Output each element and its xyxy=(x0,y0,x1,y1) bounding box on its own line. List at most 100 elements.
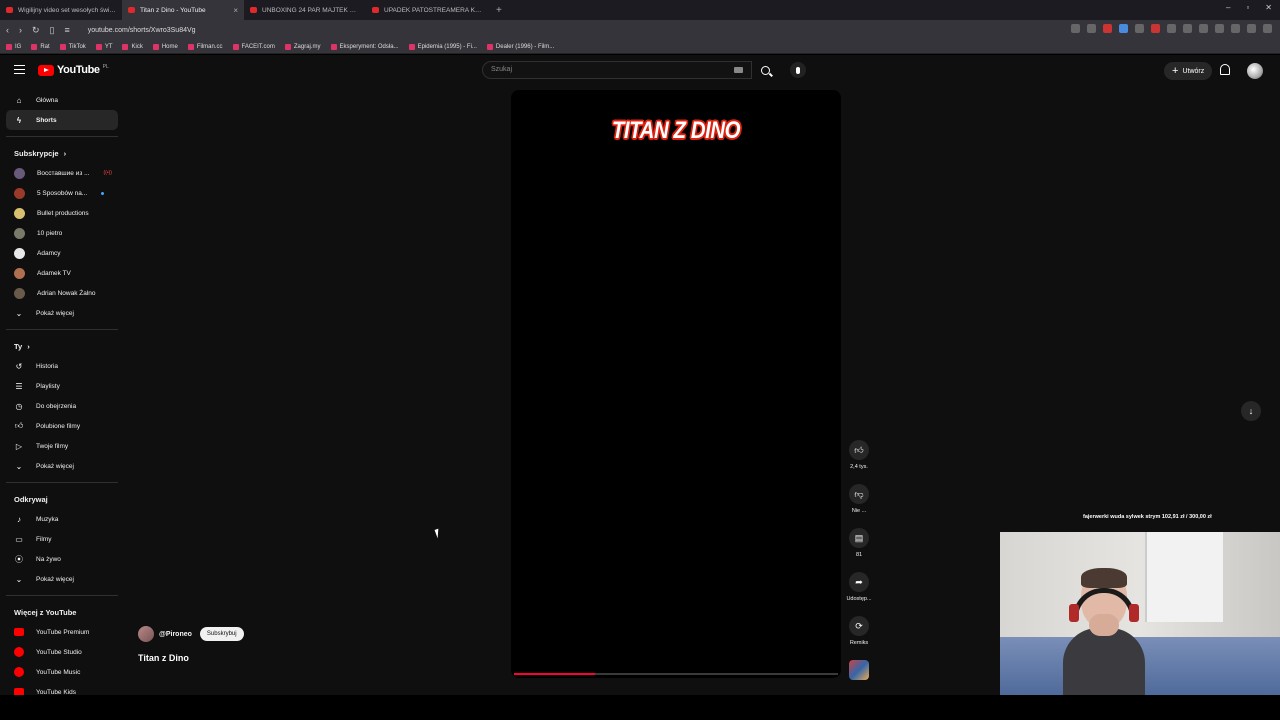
dislike-button[interactable]: 👎︎ xyxy=(849,484,869,504)
link-icon[interactable] xyxy=(1231,24,1240,33)
bookmark-item[interactable]: Kick xyxy=(122,43,143,50)
share-page-icon[interactable] xyxy=(1087,24,1096,33)
sidebar-item-subscription[interactable]: 10 pietro xyxy=(6,223,118,243)
sidebar-item-subscription[interactable]: 5 Sposobów na... xyxy=(6,183,118,203)
logo-country: PL xyxy=(102,64,109,70)
you-header[interactable]: Ty › xyxy=(6,336,118,356)
sidebar-item-watch-later[interactable]: ◷ Do obejrzenia xyxy=(6,396,118,416)
bookmark-item[interactable]: TikTok xyxy=(59,43,86,50)
donation-goal-ticker: fajerwerki wuda sylwek strym 102,91 zł /… xyxy=(1083,514,1212,520)
keyboard-icon[interactable] xyxy=(734,67,743,73)
bookmark-item[interactable]: IG xyxy=(6,43,21,50)
sidebar-item-movies[interactable]: ▭ Filmy xyxy=(6,529,118,549)
bookmark-item[interactable]: Eksperyment: Odsła... xyxy=(330,43,399,50)
notifications-bell-icon[interactable] xyxy=(1220,64,1230,75)
new-tab-icon[interactable]: + xyxy=(488,5,510,16)
sidebar-item-subscription[interactable]: Adrian Nowak Żalno xyxy=(6,283,118,303)
maximize-icon[interactable]: ▫ xyxy=(1246,3,1249,12)
sidebar-item-label: Adrian Nowak Żalno xyxy=(37,289,96,297)
sidebar-item-live[interactable]: ⦿ Na żywo xyxy=(6,549,118,569)
shorts-video-player[interactable]: TITAN Z DINO xyxy=(511,90,841,678)
video-progress-bar[interactable] xyxy=(514,673,838,675)
sidebar-item-liked[interactable]: 👍︎ Polubione filmy xyxy=(6,416,118,436)
bookmark-item[interactable]: Epidemia (1995) - Fi... xyxy=(408,43,477,50)
sidebar-item-youtube-premium[interactable]: YouTube Premium xyxy=(6,622,118,642)
next-short-button[interactable]: ↓ xyxy=(1241,401,1261,421)
bookmark-label: TikTok xyxy=(68,43,86,50)
browser-tab-active[interactable]: Titan z Dino - YouTube × xyxy=(122,0,244,20)
reload-icon[interactable]: ↻ xyxy=(32,25,40,36)
close-tab-icon[interactable]: × xyxy=(233,6,238,15)
site-settings-icon[interactable]: ≡ xyxy=(65,25,70,35)
create-button[interactable]: + Utwórz xyxy=(1164,62,1213,80)
browser-tab[interactable]: UNBOXING 24 PAR MAJTEK ZE SKIM xyxy=(244,0,366,20)
hamburger-menu-icon[interactable] xyxy=(14,65,25,74)
youtube-logo[interactable]: YouTube PL xyxy=(38,64,109,76)
minimize-icon[interactable]: – xyxy=(1226,3,1230,12)
subscribe-button[interactable]: Subskrybuj xyxy=(199,627,244,641)
channel-avatar xyxy=(14,207,25,219)
voice-search-button[interactable] xyxy=(790,62,806,78)
bookmark-favicon-icon xyxy=(408,43,415,50)
brave-shield-icon[interactable] xyxy=(1103,24,1112,33)
show-more-button[interactable]: ⌄ Pokaż więcej xyxy=(6,569,118,589)
sidebar-item-subscription[interactable]: Восставшие из ... ((•)) xyxy=(6,163,118,183)
bookmark-icon[interactable]: ▯ xyxy=(50,25,55,36)
search-input[interactable]: Szukaj xyxy=(482,61,752,79)
bookmark-item[interactable]: Dealer (1996) - Film... xyxy=(486,43,554,50)
extension-icon[interactable] xyxy=(1119,24,1128,33)
cast-icon[interactable] xyxy=(1071,24,1080,33)
search-button[interactable] xyxy=(752,61,778,79)
forward-icon[interactable]: › xyxy=(19,25,22,35)
extensions-bar xyxy=(1071,24,1272,33)
browser-menu-icon[interactable] xyxy=(1263,24,1272,33)
share-button[interactable]: ➦ xyxy=(849,572,869,592)
extension-icon[interactable] xyxy=(1135,24,1144,33)
channel-handle[interactable]: @Pironeo xyxy=(159,631,192,638)
bookmark-favicon-icon xyxy=(486,43,493,50)
bookmark-item[interactable]: Filman.cc xyxy=(187,43,223,50)
channel-avatar[interactable] xyxy=(138,626,154,642)
sidebar-item-music[interactable]: ♪ Muzyka xyxy=(6,509,118,529)
sidebar-item-playlists[interactable]: ☰ Playlisty xyxy=(6,376,118,396)
download-icon[interactable] xyxy=(1183,24,1192,33)
media-icon[interactable] xyxy=(1247,24,1256,33)
bookmark-item[interactable]: FACEIT.com xyxy=(232,43,275,50)
bookmark-item[interactable]: Rat xyxy=(31,43,50,50)
show-more-button[interactable]: ⌄ Pokaż więcej xyxy=(6,303,118,323)
browser-tab[interactable]: Wigilijny video set wesołych świąt ko xyxy=(0,0,122,20)
bookmark-favicon-icon xyxy=(95,43,102,50)
sidebar-item-your-videos[interactable]: ▷ Twoje filmy xyxy=(6,436,118,456)
sound-thumbnail[interactable] xyxy=(849,660,869,680)
extension-icon[interactable] xyxy=(1199,24,1208,33)
bookmark-item[interactable]: Zagraj.my xyxy=(284,43,321,50)
sidebar-item-subscription[interactable]: Adamcy xyxy=(6,243,118,263)
like-button[interactable]: 👍︎ xyxy=(849,440,869,460)
show-more-button[interactable]: ⌄ Pokaż więcej xyxy=(6,456,118,476)
account-avatar[interactable] xyxy=(1247,63,1263,79)
subscriptions-header[interactable]: Subskrypcje › xyxy=(6,143,118,163)
extension-icon[interactable] xyxy=(1151,24,1160,33)
url-field[interactable]: youtube.com/shorts/Xwro3Su84Vg xyxy=(88,27,196,34)
extension-icon[interactable] xyxy=(1215,24,1224,33)
sidebar-item-subscription[interactable]: Adamek TV xyxy=(6,263,118,283)
sidebar-item-shorts[interactable]: ϟ Shorts xyxy=(6,110,118,130)
close-window-icon[interactable]: ✕ xyxy=(1265,3,1272,12)
sidebar-item-youtube-music[interactable]: YouTube Music xyxy=(6,662,118,682)
video-title[interactable]: Titan z Dino xyxy=(138,653,189,663)
browser-tab[interactable]: UPADEK PATOSTREAMERA Którego C xyxy=(366,0,488,20)
sidebar-item-home[interactable]: ⌂ Główna xyxy=(6,90,118,110)
back-icon[interactable]: ‹ xyxy=(6,25,9,35)
comments-button[interactable]: ▤ xyxy=(849,528,869,548)
divider xyxy=(6,595,118,596)
sidebar-item-history[interactable]: ↺ Historia xyxy=(6,356,118,376)
sidebar-item-subscription[interactable]: Bullet productions xyxy=(6,203,118,223)
bookmark-label: YT xyxy=(104,43,113,50)
bookmark-item[interactable]: Home xyxy=(152,43,178,50)
sidebar-item-youtube-studio[interactable]: YouTube Studio xyxy=(6,642,118,662)
extensions-puzzle-icon[interactable] xyxy=(1167,24,1176,33)
sidebar-item-label: YouTube Studio xyxy=(36,648,82,656)
bookmark-item[interactable]: YT xyxy=(95,43,113,50)
remix-button[interactable]: ⟳ xyxy=(849,616,869,636)
bookmark-label: Epidemia (1995) - Fi... xyxy=(417,43,477,50)
